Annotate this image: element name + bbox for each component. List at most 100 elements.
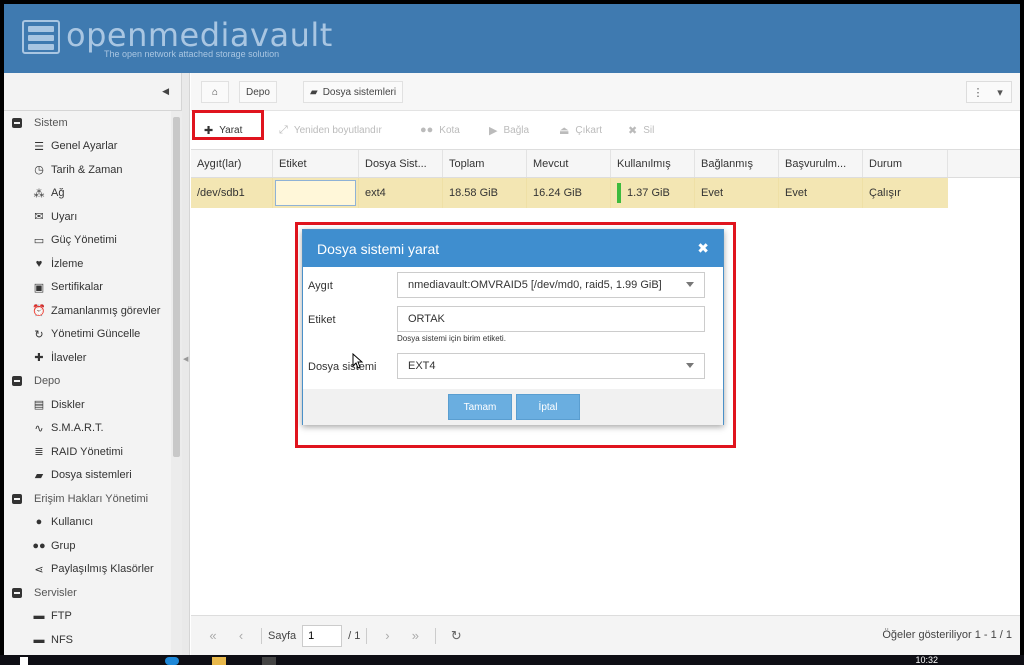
chevron-down-icon[interactable] — [686, 363, 694, 368]
pagination-bar: « ‹ Sayfa / 1 › » ↻ Öğeler gösteriliyor … — [191, 615, 1020, 655]
splitter-arrow-icon: ◀ — [183, 356, 189, 363]
table-row[interactable]: /dev/sdb1 ext4 18.58 GiB 16.24 GiB 1.37 … — [191, 178, 948, 208]
next-page-icon[interactable]: › — [373, 628, 401, 643]
sidebar-scrollbar[interactable] — [171, 111, 182, 655]
logo-icon — [22, 20, 60, 54]
nav-group-depo[interactable]: Depo — [4, 370, 181, 394]
last-page-icon[interactable]: » — [401, 628, 429, 643]
close-icon[interactable]: ✖ — [697, 240, 709, 257]
ok-button[interactable]: Tamam — [448, 394, 512, 420]
nav-group-erisim-haklari[interactable]: Erişim Hakları Yönetimi — [4, 487, 181, 511]
label-cell-editor[interactable] — [275, 180, 356, 206]
column-header-label[interactable]: Etiket — [273, 150, 359, 177]
label-hint: Dosya sistemi için birim etiketi. — [397, 334, 506, 343]
nav-item-nfs[interactable]: ▬ NFS — [4, 628, 181, 652]
mount-button-label: Bağla — [503, 124, 530, 136]
column-header-fstype[interactable]: Dosya Sist... — [359, 150, 443, 177]
column-header-mounted[interactable]: Bağlanmış — [695, 150, 779, 177]
resize-button-label: Yeniden boyutlandır — [293, 124, 382, 136]
unmount-button[interactable]: ⏏ Çıkart — [553, 119, 608, 141]
pulse-icon: ∿ — [34, 422, 44, 435]
column-header-device[interactable]: Aygıt(lar) — [191, 150, 273, 177]
folder-icon[interactable] — [212, 657, 226, 665]
column-header-total[interactable]: Toplam — [443, 150, 527, 177]
delete-button[interactable]: ✖ Sil — [622, 119, 660, 141]
nav-item-grup[interactable]: ●● Grup — [4, 534, 181, 558]
close-icon: ✖ — [628, 124, 638, 137]
chevron-down-icon[interactable]: ▾ — [989, 82, 1011, 102]
nav-item-yonetimi-guncelle[interactable]: ↻ Yönetimi Güncelle — [4, 323, 181, 347]
nav-item-label: RAID Yönetimi — [51, 445, 123, 458]
puzzle-icon: ✚ — [34, 352, 44, 365]
clock-icon: ◷ — [34, 164, 44, 177]
breadcrumb-label: Dosya sistemleri — [322, 86, 397, 98]
label-input[interactable]: ORTAK — [397, 306, 705, 332]
cancel-button[interactable]: İptal — [516, 394, 580, 420]
nav-item-dosya-sistemleri[interactable]: ▰ Dosya sistemleri — [4, 464, 181, 488]
certificate-icon: ▣ — [33, 281, 45, 294]
create-filesystem-dialog: Dosya sistemi yarat ✖ Aygıt nmediavault:… — [302, 229, 724, 425]
envelope-icon: ✉ — [34, 211, 44, 224]
nav-item-label: İlaveler — [51, 351, 87, 364]
cell-used: 1.37 GiB — [611, 178, 695, 208]
nav-item-paylasilmis-klasorler[interactable]: ⋖ Paylaşılmış Klasörler — [4, 558, 181, 582]
nav-item-raid-yonetimi[interactable]: ≣ RAID Yönetimi — [4, 440, 181, 464]
breadcrumb-depo[interactable]: Depo — [239, 81, 277, 103]
grid-toolbar: ✚ Yarat ⤢ Yeniden boyutlandır ●● Kota ▶ Bağl… — [191, 111, 1020, 149]
filesystem-grid: Aygıt(lar) Etiket Dosya Sist... Toplam M… — [191, 149, 1020, 208]
sidebar-splitter[interactable]: ◀ — [182, 73, 190, 655]
breadcrumb-dosya-sistemleri[interactable]: ▰ Dosya sistemleri — [303, 81, 404, 103]
prev-page-icon[interactable]: ‹ — [227, 628, 255, 643]
network-icon: ⁂ — [33, 187, 45, 200]
collapse-sidebar-icon[interactable]: ◀ — [162, 86, 169, 97]
nav-item-guc-yonetimi[interactable]: ▭ Güç Yönetimi — [4, 229, 181, 253]
pager-divider — [261, 627, 262, 644]
cell-fstype: ext4 — [359, 178, 443, 208]
play-icon: ▶ — [489, 124, 498, 137]
more-vertical-icon[interactable]: ⋮ — [967, 82, 989, 102]
ftp-icon: ▬ — [33, 610, 45, 623]
column-header-available[interactable]: Mevcut — [527, 150, 611, 177]
nav-item-sertifikalar[interactable]: ▣ Sertifikalar — [4, 276, 181, 300]
nav-group-servisler[interactable]: Servisler — [4, 581, 181, 605]
nav-group-sistem[interactable]: Sistem — [4, 111, 181, 135]
mount-button[interactable]: ▶ Bağla — [483, 119, 535, 141]
cell-label[interactable] — [273, 178, 359, 208]
column-header-referenced[interactable]: Başvurulm... — [779, 150, 863, 177]
breadcrumb-home[interactable]: ⌂ — [201, 81, 229, 103]
app-icon[interactable] — [262, 657, 276, 665]
quota-button[interactable]: ●● Kota — [414, 119, 466, 141]
nav-item-izleme[interactable]: ♥ İzleme — [4, 252, 181, 276]
column-header-used[interactable]: Kullanılmış — [611, 150, 695, 177]
nav-item-zamanlanmis-gorevler[interactable]: ⏰ Zamanlanmış görevler — [4, 299, 181, 323]
device-select[interactable]: nmediavault:OMVRAID5 [/dev/md0, raid5, 1… — [397, 272, 705, 298]
nav-item-label: Kullanıcı — [51, 516, 94, 529]
first-page-icon[interactable]: « — [199, 628, 227, 643]
nav-item-ilaveler[interactable]: ✚ İlaveler — [4, 346, 181, 370]
nav-item-label: Uyarı — [51, 210, 78, 223]
page-number-input[interactable] — [302, 624, 343, 647]
resize-button[interactable]: ⤢ Yeniden boyutlandır — [273, 119, 388, 141]
nav-item-smart[interactable]: ∿ S.M.A.R.T. — [4, 417, 181, 441]
nav-item-ftp[interactable]: ▬ FTP — [4, 605, 181, 629]
nav-item-genel-ayarlar[interactable]: ☰ Genel Ayarlar — [4, 135, 181, 159]
users-icon: ●● — [32, 539, 46, 552]
device-select-value: nmediavault:OMVRAID5 [/dev/md0, raid5, 1… — [408, 279, 662, 291]
nav-item-uyari[interactable]: ✉ Uyarı — [4, 205, 181, 229]
nav-item-diskler[interactable]: ▤ Diskler — [4, 393, 181, 417]
sidebar-header: ◀ — [4, 73, 181, 111]
refresh-icon[interactable]: ↻ — [442, 628, 470, 644]
nav-item-label: Yönetimi Güncelle — [51, 328, 141, 341]
home-icon: ⌂ — [211, 86, 219, 98]
browser-icon[interactable] — [165, 657, 179, 665]
fs-select[interactable]: EXT4 — [397, 353, 705, 379]
scrollbar-thumb[interactable] — [173, 117, 180, 457]
start-icon[interactable] — [20, 657, 28, 665]
nav-item-ag[interactable]: ⁂ Ağ — [4, 182, 181, 206]
cell-available: 16.24 GiB — [527, 178, 611, 208]
column-header-status[interactable]: Durum — [863, 150, 948, 177]
nav-item-tarih-zaman[interactable]: ◷ Tarih & Zaman — [4, 158, 181, 182]
chevron-down-icon[interactable] — [686, 282, 694, 287]
header-menu: ⋮ ▾ — [966, 81, 1012, 103]
nav-item-kullanici[interactable]: ● Kullanıcı — [4, 511, 181, 535]
